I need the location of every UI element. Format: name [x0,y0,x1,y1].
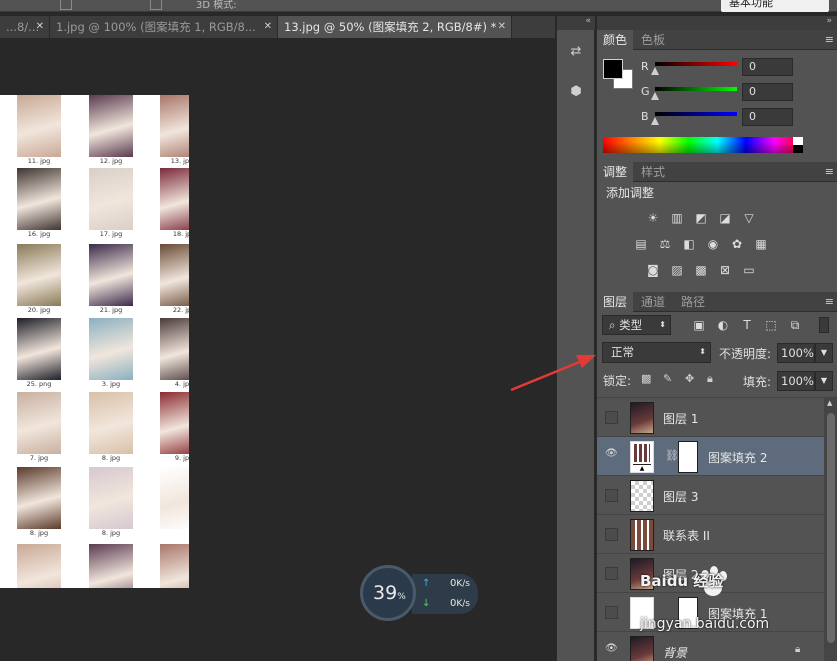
arrow-shaft [510,359,583,392]
brand-text: Baidu 经验 [640,572,724,590]
arrow-head [576,355,596,368]
photoshop-window: 3D 模式: 基本功能 ...8/... ✕ 1.jpg @ 100% (图案填… [0,0,837,661]
watermark-url: jingyan.baidu.com [640,616,770,632]
annotation-arrow [510,355,596,392]
